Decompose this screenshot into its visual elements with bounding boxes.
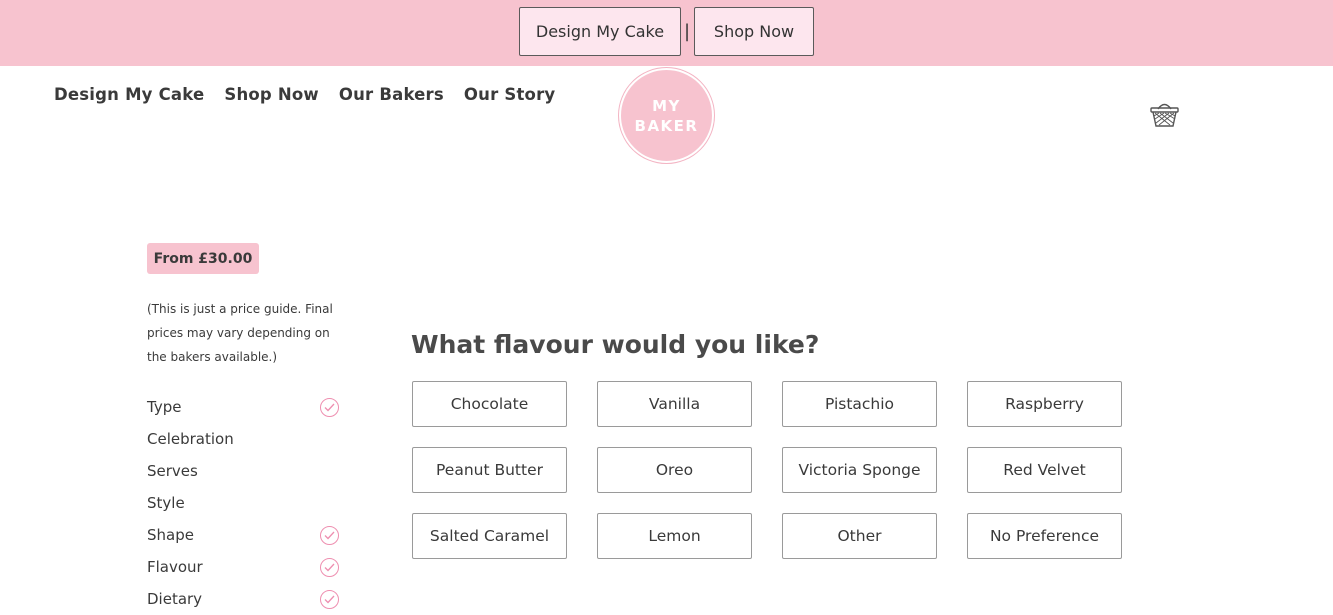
step-label: Dietary [147, 590, 203, 608]
option-vanilla[interactable]: Vanilla [597, 381, 752, 427]
step-style[interactable]: Style [147, 487, 339, 519]
check-circle-icon [320, 557, 339, 577]
separator: | [684, 21, 691, 42]
step-label: Type [147, 398, 182, 416]
option-no-preference[interactable]: No Preference [967, 513, 1122, 559]
nav-shop-now[interactable]: Shop Now [224, 85, 319, 104]
check-circle-icon [320, 397, 339, 417]
logo-line-2: BAKER [634, 116, 699, 135]
step-label: Flavour [147, 558, 203, 576]
option-pistachio[interactable]: Pistachio [782, 381, 937, 427]
step-label: Shape [147, 526, 194, 544]
check-circle-icon [320, 589, 339, 609]
step-label: Celebration [147, 430, 234, 448]
progress-steps: Type Celebration Serves Style Shape Flav… [147, 391, 339, 615]
price-guide-note: (This is just a price guide. Final price… [147, 302, 333, 364]
flavour-options: Chocolate Vanilla Pistachio Raspberry Pe… [412, 381, 1122, 559]
step-label: Style [147, 494, 185, 512]
option-lemon[interactable]: Lemon [597, 513, 752, 559]
flavour-question-heading: What flavour would you like? [411, 330, 820, 359]
logo-line-1: MY [652, 96, 681, 115]
main-nav: Design My Cake Shop Now Our Bakers Our S… [54, 85, 555, 104]
step-serves[interactable]: Serves [147, 455, 339, 487]
option-oreo[interactable]: Oreo [597, 447, 752, 493]
option-victoria-sponge[interactable]: Victoria Sponge [782, 447, 937, 493]
nav-our-bakers[interactable]: Our Bakers [339, 85, 444, 104]
option-peanut-butter[interactable]: Peanut Butter [412, 447, 567, 493]
promo-bar: Design My Cake | Shop Now [0, 0, 1333, 66]
option-other[interactable]: Other [782, 513, 937, 559]
price-badge: From £30.00 [147, 243, 259, 274]
step-celebration[interactable]: Celebration [147, 423, 339, 455]
step-type[interactable]: Type [147, 391, 339, 423]
basket-icon[interactable] [1149, 99, 1180, 129]
nav-design-my-cake[interactable]: Design My Cake [54, 85, 204, 104]
shop-now-top-button[interactable]: Shop Now [694, 7, 814, 56]
step-dietary[interactable]: Dietary [147, 583, 339, 615]
my-baker-logo[interactable]: MY BAKER [619, 68, 714, 163]
option-salted-caramel[interactable]: Salted Caramel [412, 513, 567, 559]
nav-our-story[interactable]: Our Story [464, 85, 555, 104]
step-label: Serves [147, 462, 198, 480]
option-chocolate[interactable]: Chocolate [412, 381, 567, 427]
design-my-cake-top-button[interactable]: Design My Cake [519, 7, 681, 56]
check-circle-icon [320, 525, 339, 545]
option-raspberry[interactable]: Raspberry [967, 381, 1122, 427]
step-shape[interactable]: Shape [147, 519, 339, 551]
step-flavour[interactable]: Flavour [147, 551, 339, 583]
option-red-velvet[interactable]: Red Velvet [967, 447, 1122, 493]
